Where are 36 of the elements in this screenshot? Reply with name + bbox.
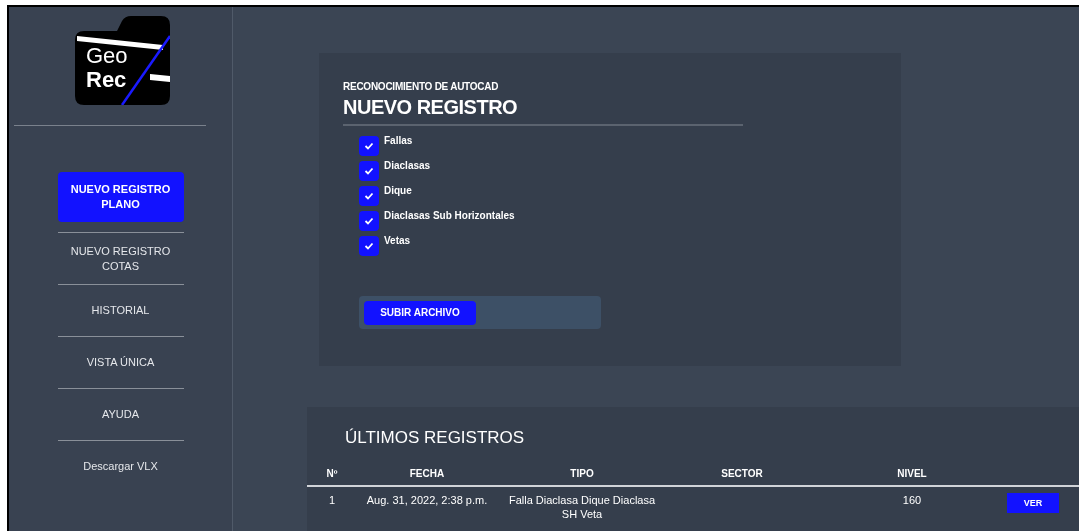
column-header: FECHA: [408, 466, 446, 481]
checkmark-icon: [364, 191, 374, 201]
checkbox[interactable]: [359, 236, 379, 256]
column-header: TIPO: [569, 466, 595, 481]
sidebar-item[interactable]: NUEVO REGISTRO COTAS: [57, 233, 184, 284]
checkmark-icon: [364, 216, 374, 226]
form-title: NUEVO REGISTRO: [343, 95, 519, 120]
checkbox-label: Diaclasas Sub Horizontales: [384, 209, 515, 223]
checkmark-icon: [364, 141, 374, 151]
view-button[interactable]: VER: [1007, 493, 1059, 513]
column-header: NIVEL: [896, 466, 928, 481]
checkbox-label: Vetas: [384, 234, 411, 248]
sidebar-item[interactable]: NUEVO REGISTRO PLANO: [57, 172, 184, 222]
sidebar-item[interactable]: AYUDA: [57, 389, 184, 440]
sidebar-item[interactable]: VISTA ÚNICA: [57, 337, 184, 388]
sidebar-item[interactable]: HISTORIAL: [57, 285, 184, 336]
column-header: Nº: [325, 466, 339, 481]
checkbox-label: Diaclasas: [384, 159, 431, 173]
checkbox[interactable]: [359, 211, 379, 231]
checkbox[interactable]: [359, 136, 379, 156]
column-header: SECTOR: [720, 466, 764, 481]
table-cell-text: 160: [901, 493, 923, 508]
checkmark-icon: [364, 241, 374, 251]
form-subtitle: RECONOCIMIENTO DE AUTOCAD: [343, 80, 500, 94]
table-cell-text: Falla Diaclasa Dique Diaclasa SH Veta: [507, 493, 657, 521]
table-title: ÚLTIMOS REGISTROS: [345, 427, 526, 449]
checkbox-label: Fallas: [384, 134, 413, 148]
table-cell-text: 1: [327, 493, 337, 508]
table-cell-text: Aug. 31, 2022, 2:38 p.m.: [365, 493, 489, 508]
sidebar-item[interactable]: Descargar VLX: [57, 441, 184, 492]
upload-button[interactable]: SUBIR ARCHIVO: [364, 300, 476, 325]
app-logo: Geo Rec: [75, 16, 170, 105]
checkbox[interactable]: [359, 161, 379, 181]
checkbox[interactable]: [359, 186, 379, 206]
checkbox-label: Dique: [384, 184, 412, 198]
checkmark-icon: [364, 166, 374, 176]
